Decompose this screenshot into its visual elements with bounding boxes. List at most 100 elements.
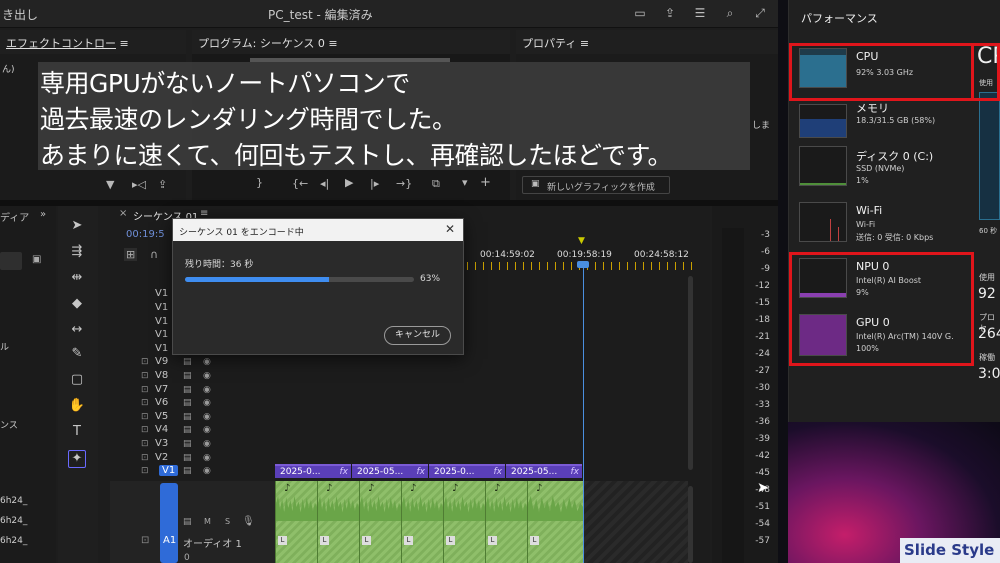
- perf-item-wifi[interactable]: Wi-Fi Wi-Fi 送信: 0 受信: 0 Kbps: [799, 202, 964, 250]
- mute-button[interactable]: M: [204, 517, 211, 526]
- video-track-label[interactable]: V9: [155, 356, 168, 367]
- video-scrollbar[interactable]: [688, 276, 693, 470]
- sync-lock-icon[interactable]: ▤: [183, 517, 192, 527]
- audio-clip[interactable]: ♪ L: [275, 481, 317, 563]
- sync-lock-icon[interactable]: ▤: [183, 466, 192, 476]
- eye-icon[interactable]: ◉: [203, 466, 211, 476]
- step-forward-icon[interactable]: |▸: [370, 177, 379, 190]
- panel-menu-icon[interactable]: ☰: [692, 6, 708, 22]
- video-track-label[interactable]: V1: [155, 343, 168, 354]
- cancel-button[interactable]: キャンセル: [384, 326, 451, 345]
- audio-clip[interactable]: ♪ L: [443, 481, 485, 563]
- video-track-label[interactable]: V5: [155, 411, 168, 422]
- add-button-icon[interactable]: +: [480, 175, 491, 190]
- video-track-label[interactable]: V1: [155, 329, 168, 340]
- sync-lock-icon[interactable]: ▤: [183, 439, 192, 449]
- type-tool-icon[interactable]: T: [68, 424, 86, 442]
- eye-icon[interactable]: ◉: [203, 385, 211, 395]
- video-clip[interactable]: 2025-05... fx: [352, 464, 428, 478]
- filter-icon[interactable]: ▼: [106, 178, 114, 191]
- sync-lock-icon[interactable]: ▤: [183, 385, 192, 395]
- new-bin-icon[interactable]: ▣: [32, 254, 41, 265]
- audio-clip[interactable]: ♪ L: [527, 481, 583, 563]
- properties-tab[interactable]: プロパティ ≡: [516, 30, 778, 54]
- eye-icon[interactable]: ◉: [203, 453, 211, 463]
- media-tab-label[interactable]: ディア: [0, 209, 29, 224]
- snap-icon[interactable]: ⊞: [124, 248, 138, 261]
- magnet-icon[interactable]: ∩: [150, 248, 158, 261]
- video-track-label[interactable]: V3: [155, 438, 168, 449]
- ripple-edit-tool-icon[interactable]: ⇹: [68, 270, 86, 288]
- audio-clip[interactable]: ♪ L: [359, 481, 401, 563]
- export-menu-label[interactable]: き出し: [2, 6, 38, 23]
- new-graphic-button[interactable]: ▣ 新しいグラフィックを作成: [522, 176, 670, 194]
- lock-icon[interactable]: ⊡: [141, 439, 149, 449]
- perf-item-disk[interactable]: ディスク 0 (C:) SSD (NVMe) 1%: [799, 146, 964, 194]
- video-track-label[interactable]: V7: [155, 384, 168, 395]
- go-to-out-icon[interactable]: →}: [396, 177, 412, 190]
- pen-tool-icon[interactable]: ✎: [68, 346, 86, 364]
- video-track-label[interactable]: V1: [155, 316, 168, 327]
- program-monitor-tab[interactable]: プログラム: シーケンス 0 ≡: [192, 30, 510, 54]
- list-item[interactable]: ル: [0, 340, 9, 353]
- selection-tool-icon[interactable]: ➤: [68, 218, 86, 236]
- eye-icon[interactable]: ◉: [203, 398, 211, 408]
- audio-scrollbar[interactable]: [688, 486, 693, 563]
- sync-lock-icon[interactable]: ▤: [183, 371, 192, 381]
- video-clip[interactable]: 2025-0... fx: [429, 464, 505, 478]
- close-icon[interactable]: ✕: [445, 222, 455, 236]
- sync-lock-icon[interactable]: ▤: [183, 357, 192, 367]
- eye-icon[interactable]: ◉: [203, 412, 211, 422]
- track-select-tool-icon[interactable]: ⇶: [68, 244, 86, 262]
- close-tab-icon[interactable]: ×: [119, 208, 127, 219]
- zoom-icon[interactable]: ⌕: [722, 6, 738, 22]
- solo-button[interactable]: S: [225, 517, 230, 526]
- sync-lock-icon[interactable]: ▤: [183, 412, 192, 422]
- marker-icon[interactable]: ▼: [578, 236, 585, 246]
- timecode-display[interactable]: 00:19:5: [126, 229, 165, 240]
- go-to-in-icon[interactable]: {←: [292, 177, 308, 190]
- razor-tool-icon[interactable]: ◆: [68, 296, 86, 314]
- lock-icon[interactable]: ⊡: [141, 371, 149, 381]
- list-item[interactable]: 6h24_: [0, 496, 27, 506]
- fullscreen-icon[interactable]: ⤢: [752, 6, 768, 22]
- lock-icon[interactable]: ⊡: [141, 466, 149, 476]
- lock-icon[interactable]: ⊡: [141, 453, 149, 463]
- effect-controls-tab[interactable]: エフェクトコントロー ≡: [0, 30, 186, 54]
- step-back-icon[interactable]: ◂|: [320, 177, 329, 190]
- audio-clip[interactable]: ♪ L: [485, 481, 527, 563]
- video-track-label[interactable]: V6: [155, 397, 168, 408]
- rectangle-tool-icon[interactable]: ▢: [68, 372, 86, 390]
- share-icon[interactable]: ⇪: [662, 6, 678, 22]
- lock-icon[interactable]: ⊡: [141, 535, 149, 546]
- audio-clip[interactable]: ♪ L: [317, 481, 359, 563]
- panel-menu-icon[interactable]: ≡: [120, 37, 129, 50]
- perf-item-memory[interactable]: メモリ 18.3/31.5 GB (58%): [799, 98, 964, 146]
- lock-icon[interactable]: ⊡: [141, 385, 149, 395]
- eye-icon[interactable]: ◉: [203, 439, 211, 449]
- video-track-label[interactable]: V4: [155, 424, 168, 435]
- video-track-label[interactable]: V1: [155, 288, 168, 299]
- settings-icon[interactable]: ▾: [462, 176, 468, 189]
- audio-volume-value[interactable]: 0: [184, 553, 190, 563]
- list-item[interactable]: 6h24_: [0, 516, 27, 526]
- export-icon[interactable]: ⧉: [432, 177, 440, 191]
- hand-tool-icon[interactable]: ✋: [68, 398, 86, 416]
- eye-icon[interactable]: ◉: [203, 357, 211, 367]
- audio-clip[interactable]: ♪ L: [401, 481, 443, 563]
- sync-lock-icon[interactable]: ▤: [183, 453, 192, 463]
- export-frame-icon[interactable]: ⇪: [158, 178, 167, 191]
- workspace-icon[interactable]: ▭: [632, 6, 648, 22]
- playhead-handle[interactable]: [577, 261, 589, 268]
- mark-out-icon[interactable]: }: [256, 176, 263, 189]
- lock-icon[interactable]: ⊡: [141, 357, 149, 367]
- media-search-input[interactable]: [0, 252, 22, 270]
- video-track-label[interactable]: V2: [155, 452, 168, 463]
- audio-track-label[interactable]: A1: [163, 535, 176, 546]
- microphone-icon[interactable]: 🎙: [242, 516, 255, 527]
- play-icon[interactable]: ▶: [345, 176, 353, 189]
- slip-tool-icon[interactable]: ↔: [68, 322, 86, 340]
- video-clip[interactable]: 2025-0... fx: [275, 464, 351, 478]
- tab-overflow-icon[interactable]: »: [40, 209, 46, 220]
- video-clip[interactable]: 2025-05... fx: [506, 464, 582, 478]
